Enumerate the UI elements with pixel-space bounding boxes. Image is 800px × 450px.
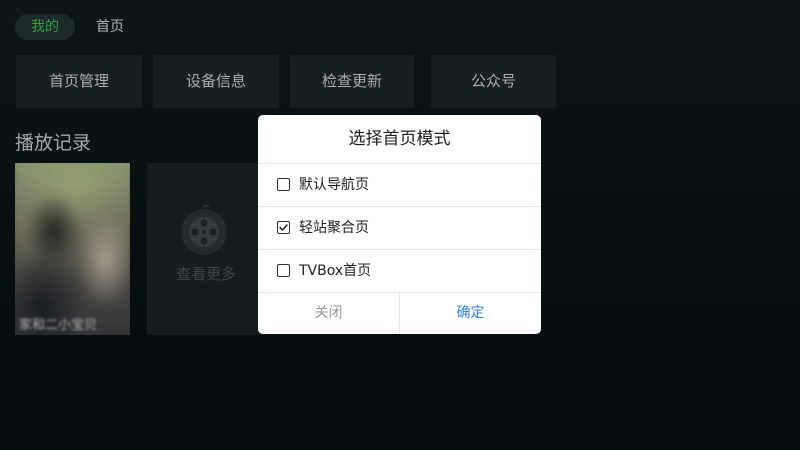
dialog-footer: 关闭 确定 [258,292,541,334]
option-label: TVBox首页 [299,263,372,279]
option-label: 轻站聚合页 [299,220,369,236]
checkbox-unchecked-icon[interactable] [277,264,290,277]
option-default-nav[interactable]: 默认导航页 [258,164,541,207]
option-label: 默认导航页 [299,177,369,193]
checkbox-unchecked-icon[interactable] [277,178,290,191]
checkmark-icon [279,224,288,231]
close-button[interactable]: 关闭 [258,292,400,334]
option-aggregate[interactable]: 轻站聚合页 [258,207,541,250]
checkbox-checked-icon[interactable] [277,221,290,234]
home-screen: 我的 首页 首页管理 设备信息 检查更新 公众号 播放记录 家和二小宝贝 查看更… [0,0,800,450]
dialog-title: 选择首页模式 [258,115,541,164]
option-tvbox[interactable]: TVBox首页 [258,250,541,293]
home-mode-dialog: 选择首页模式 默认导航页 轻站聚合页 TVBox首页 关闭 确定 [258,115,541,334]
confirm-button[interactable]: 确定 [400,292,541,334]
